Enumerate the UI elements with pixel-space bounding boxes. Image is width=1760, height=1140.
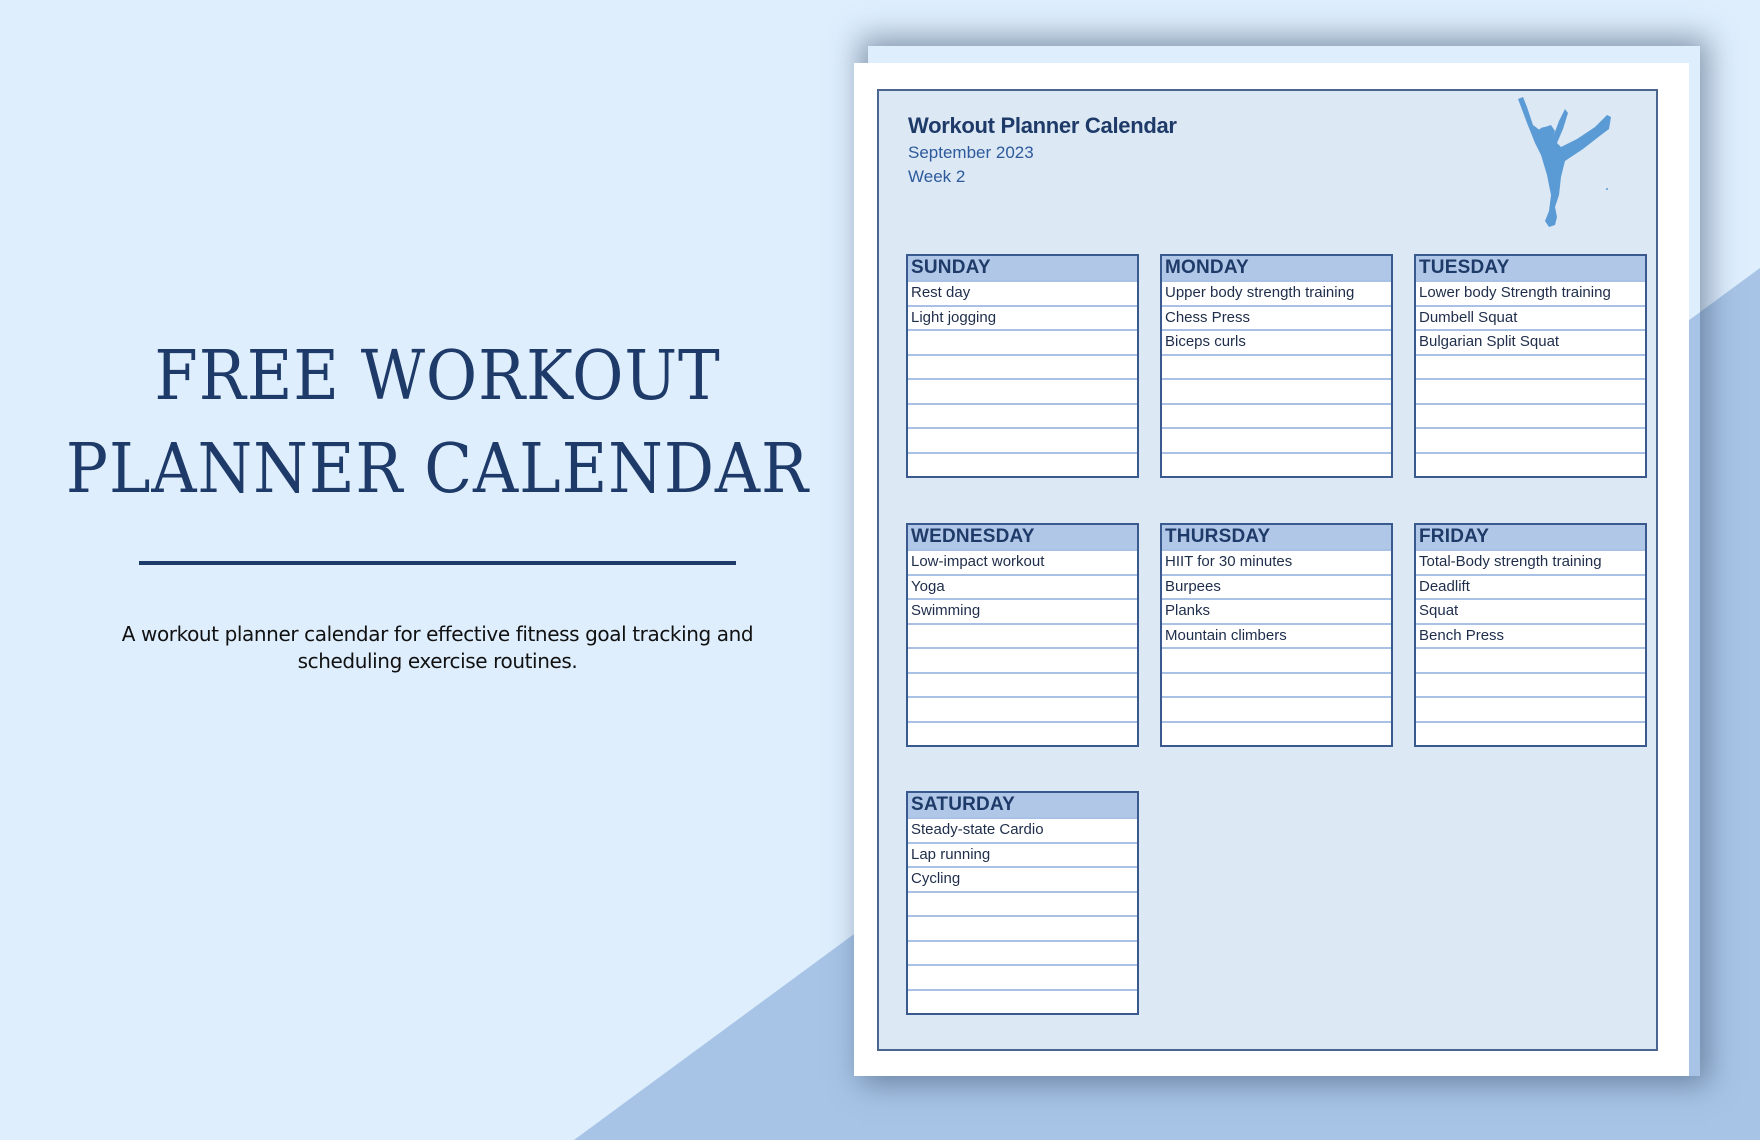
planner-page: Workout Planner Calendar September 2023 … [854, 63, 1689, 1076]
planner-sheet: Workout Planner Calendar September 2023 … [877, 89, 1658, 1051]
day-entry[interactable]: Dumbell Squat [1416, 307, 1645, 331]
day-header: WEDNESDAY [908, 525, 1137, 551]
dancer-silhouette-icon [1518, 97, 1611, 227]
day-card-monday: MONDAY Upper body strength training Ches… [1160, 254, 1393, 478]
day-entry[interactable]: Burpees [1162, 576, 1391, 600]
day-entry[interactable] [908, 698, 1137, 723]
day-header: FRIDAY [1416, 525, 1645, 551]
day-entry[interactable] [1416, 723, 1645, 746]
day-entry[interactable] [908, 723, 1137, 746]
day-card-tuesday: TUESDAY Lower body Strength training Dum… [1414, 254, 1647, 478]
day-entry[interactable] [908, 674, 1137, 698]
hero-title-line2: PLANNER CALENDAR [65, 430, 810, 509]
day-entry[interactable]: Steady-state Cardio [908, 819, 1137, 844]
day-entry[interactable] [1416, 454, 1645, 477]
day-entry[interactable]: Biceps curls [1162, 331, 1391, 356]
day-header: SUNDAY [908, 256, 1137, 282]
day-entry[interactable]: Lower body Strength training [1416, 282, 1645, 307]
day-entry[interactable] [1416, 649, 1645, 674]
hero-divider [139, 561, 736, 565]
day-entry[interactable] [1416, 698, 1645, 723]
day-entry[interactable]: Deadlift [1416, 576, 1645, 600]
day-entry[interactable] [908, 893, 1137, 917]
day-entry[interactable] [1162, 405, 1391, 429]
hero-title-line1: FREE WORKOUT [154, 337, 721, 416]
day-entry[interactable] [908, 429, 1137, 454]
day-card-thursday: THURSDAY HIIT for 30 minutes Burpees Pla… [1160, 523, 1393, 747]
day-entry[interactable] [908, 380, 1137, 405]
planner-month: September 2023 [908, 143, 1034, 162]
day-entry[interactable] [908, 649, 1137, 674]
day-entry[interactable] [1162, 380, 1391, 405]
day-entry[interactable] [1416, 674, 1645, 698]
day-entry[interactable] [1162, 454, 1391, 477]
day-entry[interactable] [1162, 649, 1391, 674]
day-entry[interactable] [1416, 429, 1645, 454]
day-entry[interactable] [908, 625, 1137, 649]
day-entry[interactable]: Squat [1416, 600, 1645, 625]
day-entry[interactable]: Total-Body strength training [1416, 551, 1645, 576]
day-card-friday: FRIDAY Total-Body strength training Dead… [1414, 523, 1647, 747]
day-entry[interactable]: Low-impact workout [908, 551, 1137, 576]
day-entry[interactable]: Bench Press [1416, 625, 1645, 649]
day-card-saturday: SATURDAY Steady-state Cardio Lap running… [906, 791, 1139, 1015]
day-entry[interactable]: Light jogging [908, 307, 1137, 331]
day-entry[interactable]: Cycling [908, 868, 1137, 893]
day-entry[interactable]: Yoga [908, 576, 1137, 600]
day-entry[interactable] [1416, 405, 1645, 429]
hero-description: A workout planner calendar for effective… [121, 622, 754, 673]
day-entry[interactable] [908, 917, 1137, 942]
day-header: THURSDAY [1162, 525, 1391, 551]
day-entry[interactable] [1162, 356, 1391, 380]
day-entry[interactable] [908, 454, 1137, 477]
day-entry[interactable] [908, 966, 1137, 991]
day-header: TUESDAY [1416, 256, 1645, 282]
day-entry[interactable] [1162, 429, 1391, 454]
day-entry[interactable] [1416, 380, 1645, 405]
day-entry[interactable]: Bulgarian Split Squat [1416, 331, 1645, 356]
day-entry[interactable]: Chess Press [1162, 307, 1391, 331]
day-entry[interactable]: Planks [1162, 600, 1391, 625]
day-card-sunday: SUNDAY Rest day Light jogging [906, 254, 1139, 478]
hero-title: FREE WORKOUT PLANNER CALENDAR [35, 330, 840, 516]
day-entry[interactable] [908, 942, 1137, 966]
day-entry[interactable] [908, 356, 1137, 380]
day-header: SATURDAY [908, 793, 1137, 819]
day-entry[interactable]: Rest day [908, 282, 1137, 307]
day-entry[interactable] [908, 991, 1137, 1014]
day-entry[interactable] [1162, 723, 1391, 746]
day-entry[interactable]: HIIT for 30 minutes [1162, 551, 1391, 576]
day-entry[interactable]: Upper body strength training [1162, 282, 1391, 307]
day-entry[interactable] [908, 331, 1137, 356]
day-entry[interactable] [908, 405, 1137, 429]
planner-week: Week 2 [908, 167, 966, 186]
day-card-wednesday: WEDNESDAY Low-impact workout Yoga Swimmi… [906, 523, 1139, 747]
day-entry[interactable] [1162, 698, 1391, 723]
day-header: MONDAY [1162, 256, 1391, 282]
day-entry[interactable]: Lap running [908, 844, 1137, 868]
day-entry[interactable] [1416, 356, 1645, 380]
day-entry[interactable] [1162, 674, 1391, 698]
hero-panel: FREE WORKOUT PLANNER CALENDAR A workout … [0, 0, 875, 1140]
planner-title: Workout Planner Calendar [908, 113, 1177, 138]
day-entry[interactable]: Mountain climbers [1162, 625, 1391, 649]
day-entry[interactable]: Swimming [908, 600, 1137, 625]
